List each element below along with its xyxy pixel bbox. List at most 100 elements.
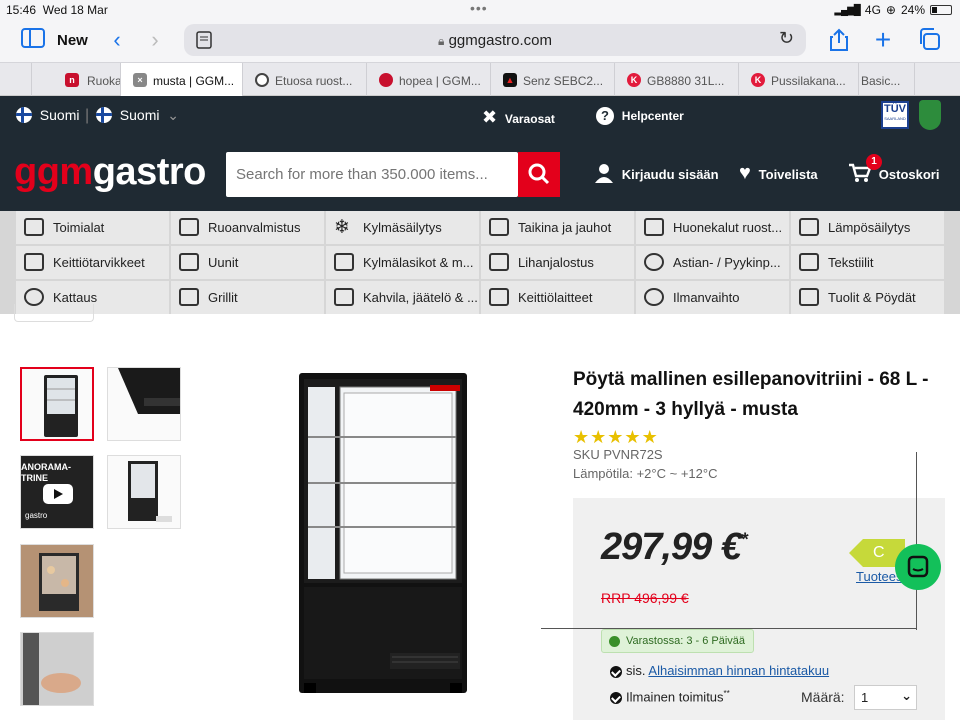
display-case-icon: [334, 253, 354, 271]
cat-huonekalut[interactable]: Huonekalut ruost...: [636, 211, 789, 244]
price-guarantee-text: sis. Alhaisimman hinnan hintatakuu: [626, 663, 830, 678]
cart-link[interactable]: 1 Ostoskori: [849, 154, 939, 183]
tab-musta[interactable]: × musta | GGM...: [121, 63, 243, 96]
close-tab-icon[interactable]: ×: [133, 73, 147, 87]
search-button[interactable]: [518, 152, 560, 197]
battery-icon: [930, 5, 952, 15]
star-icon: ★: [573, 427, 591, 447]
star-icon: ★: [607, 427, 625, 447]
shelf-icon: [644, 218, 664, 236]
thumbnail-video[interactable]: ANORAMA- TRINE gastro: [20, 455, 94, 529]
cart-count-badge: 1: [866, 154, 882, 170]
cat-kylmasailytys[interactable]: ❄ Kylmäsäilytys: [326, 211, 479, 244]
product-angle-image: [128, 461, 172, 522]
warmer-icon: [799, 218, 819, 236]
login-link[interactable]: Kirjaudu sisään: [594, 163, 719, 183]
cat-keittiotarvikkeet[interactable]: Keittiötarvikkeet: [16, 246, 169, 279]
tab-ruoka[interactable]: n Ruoka: [55, 63, 121, 96]
tab-etuosa[interactable]: Etuosa ruost...: [243, 63, 367, 96]
rrp-price: RRP 496,99 €: [601, 590, 689, 606]
cooking-icon: [179, 218, 199, 236]
tab-senz[interactable]: ▲ Senz SEBC2...: [491, 63, 615, 96]
check-icon: [610, 666, 622, 678]
tuv-badge: TÜV SAARLAND: [881, 101, 909, 129]
quantity-select[interactable]: 1 ⌄: [854, 685, 917, 710]
thumbnail-1[interactable]: [20, 367, 94, 441]
tab-pussilakana[interactable]: K Pussilakana...: [739, 63, 859, 96]
finland-flag-icon: [96, 107, 112, 123]
tab-hopea[interactable]: hopea | GGM...: [367, 63, 491, 96]
thumbnail-3[interactable]: [107, 455, 181, 529]
add-tab-icon[interactable]: +: [870, 26, 896, 54]
play-icon[interactable]: [43, 484, 73, 504]
favicon-icon: [255, 73, 269, 87]
country-selector[interactable]: Suomi ⌄: [96, 107, 179, 124]
finland-flag-icon: [16, 107, 32, 123]
tab-gb8880[interactable]: K GB8880 31L...: [615, 63, 739, 96]
user-icon: [595, 164, 613, 183]
tab-basic[interactable]: Basic...: [859, 63, 915, 96]
ggmgastro-logo[interactable]: ggmgastro: [14, 151, 206, 194]
shirt-icon: [799, 253, 819, 271]
spare-parts-link[interactable]: ✖ Varaosat: [482, 107, 555, 128]
star-icon: ★: [641, 427, 659, 447]
search-input[interactable]: [226, 152, 518, 197]
chat-widget-button[interactable]: [895, 544, 941, 590]
cat-tekstiilit[interactable]: Tekstiilit: [791, 246, 944, 279]
check-icon: [609, 636, 620, 647]
cat-toimialat[interactable]: Toimialat: [16, 211, 169, 244]
thumbnail-5[interactable]: [20, 632, 94, 706]
star-icon: ★: [624, 427, 642, 447]
brand-text: gastro: [25, 511, 48, 520]
cat-lamposailytys[interactable]: Lämpösäilytys: [791, 211, 944, 244]
overlay-line: [541, 628, 917, 629]
search-field[interactable]: [226, 152, 518, 197]
back-icon[interactable]: ‹: [104, 28, 130, 52]
reload-icon[interactable]: ↻: [779, 28, 794, 49]
quantity-label: Määrä:: [801, 689, 845, 705]
address-bar[interactable]: 🔒︎ ggmgastro.com ↻: [184, 24, 806, 56]
stock-status-badge: Varastossa: 3 - 6 Päivää: [601, 629, 755, 653]
tabs-overview-icon[interactable]: [916, 28, 942, 52]
favicon-icon: K: [627, 73, 641, 87]
cat-lihanjalostus[interactable]: Lihanjalostus: [481, 246, 634, 279]
site-header: Suomi | Suomi ⌄ ✖ Varaosat ? Helpcenter …: [0, 96, 960, 211]
thumbnail-4[interactable]: [20, 544, 94, 618]
trust-badge-icon: [919, 100, 941, 130]
lock-icon: 🔒︎: [438, 34, 445, 48]
product-in-use-image: [21, 545, 93, 617]
battery-label: 24%: [900, 3, 925, 17]
product-main-image[interactable]: [280, 365, 490, 700]
language-selector[interactable]: Suomi: [16, 107, 79, 123]
cat-uunit[interactable]: Uunit: [171, 246, 324, 279]
price: 297,99 €*: [601, 526, 748, 568]
favicon-icon: [379, 73, 393, 87]
helpcenter-link[interactable]: ? Helpcenter: [596, 107, 684, 125]
storefront-icon: [24, 218, 44, 236]
sidebar-icon[interactable]: [20, 28, 46, 52]
meat-grinder-icon: [489, 253, 509, 271]
cat-ruoanvalmistus[interactable]: Ruoanvalmistus: [171, 211, 324, 244]
share-icon[interactable]: [826, 28, 852, 52]
cat-taikina[interactable]: Taikina ja jauhot: [481, 211, 634, 244]
free-shipping-text: Ilmainen toimitus**: [626, 689, 730, 705]
status-indicators: ▂▄▆█ 4G ⊕ 24%: [834, 3, 952, 17]
sku-text: SKU PVNR72S: [573, 447, 663, 462]
new-tab-group-label[interactable]: New: [57, 32, 88, 49]
chevron-down-icon: ⌄: [167, 107, 179, 123]
price-guarantee-link[interactable]: Alhaisimman hinnan hintatakuu: [648, 663, 829, 678]
thumbnail-2[interactable]: [107, 367, 181, 441]
cat-astianpesu[interactable]: Astian- / Pyykinp...: [636, 246, 789, 279]
mixer-icon: [489, 218, 509, 236]
temperature-text: Lämpötila: +2°C ~ +12°C: [573, 466, 718, 481]
multitask-dots[interactable]: •••: [470, 0, 488, 16]
rating-stars[interactable]: ★★★★★: [573, 427, 659, 448]
chat-icon: [907, 555, 929, 578]
back-button[interactable]: [14, 304, 94, 322]
tab-google[interactable]: G: [0, 63, 32, 96]
wishlist-link[interactable]: ♥ Toivelista: [739, 162, 818, 185]
forward-icon[interactable]: ›: [142, 28, 168, 52]
cat-kylmalasikot[interactable]: Kylmälasikot & m...: [326, 246, 479, 279]
chevron-down-icon: ⌄: [901, 688, 912, 703]
status-bar: 15:46 Wed 18 Mar ••• ▂▄▆█ 4G ⊕ 24%: [0, 0, 960, 20]
